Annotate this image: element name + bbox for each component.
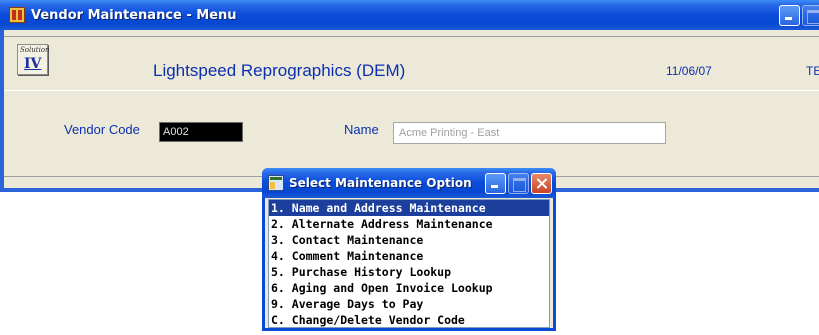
menu-item-comment[interactable]: 4. Comment Maintenance	[269, 248, 549, 264]
window-title: Vendor Maintenance - Menu	[31, 7, 237, 23]
app-icon	[9, 7, 25, 23]
dialog-title: Select Maintenance Option	[289, 176, 472, 190]
name-field[interactable]: Acme Printing - East	[393, 122, 666, 144]
menu-item-change-delete[interactable]: C. Change/Delete Vendor Code	[269, 312, 549, 328]
name-label: Name	[344, 122, 379, 137]
vendor-maintenance-window: Vendor Maintenance - Menu	[0, 0, 819, 192]
logo-main-text: IV	[24, 56, 42, 72]
menu-item-contact[interactable]: 3. Contact Maintenance	[269, 232, 549, 248]
main-title-bar[interactable]: Vendor Maintenance - Menu	[0, 0, 819, 30]
dialog-close-button[interactable]	[531, 173, 552, 194]
dialog-maximize-button[interactable]	[508, 173, 529, 194]
solution-iv-logo: Solution IV	[17, 44, 50, 75]
logo-top-text: Solution	[20, 46, 50, 54]
select-maintenance-option-dialog: Select Maintenance Option 1. Name and Ad…	[262, 168, 556, 331]
maximize-button[interactable]	[802, 5, 819, 26]
dialog-controls	[485, 173, 552, 194]
vendor-code-field[interactable]: A002	[159, 122, 243, 142]
menu-item-alternate-address[interactable]: 2. Alternate Address Maintenance	[269, 216, 549, 232]
menu-item-purchase-history[interactable]: 5. Purchase History Lookup	[269, 264, 549, 280]
company-name: Lightspeed Reprographics (DEM)	[153, 61, 406, 80]
dialog-minimize-button[interactable]	[485, 173, 506, 194]
menu-item-average-days[interactable]: 9. Average Days to Pay	[269, 296, 549, 312]
menu-item-name-address[interactable]: 1. Name and Address Maintenance	[269, 200, 549, 216]
dialog-title-bar[interactable]: Select Maintenance Option	[262, 168, 556, 198]
dialog-app-icon	[268, 175, 284, 191]
maintenance-option-list[interactable]: 1. Name and Address Maintenance 2. Alter…	[268, 199, 550, 328]
minimize-button[interactable]	[779, 5, 800, 26]
menu-item-aging-invoice[interactable]: 6. Aging and Open Invoice Lookup	[269, 280, 549, 296]
vendor-code-label: Vendor Code	[64, 122, 140, 137]
user-initials: TE	[806, 64, 819, 78]
window-controls	[779, 5, 819, 26]
current-date: 11/06/07	[666, 64, 712, 78]
